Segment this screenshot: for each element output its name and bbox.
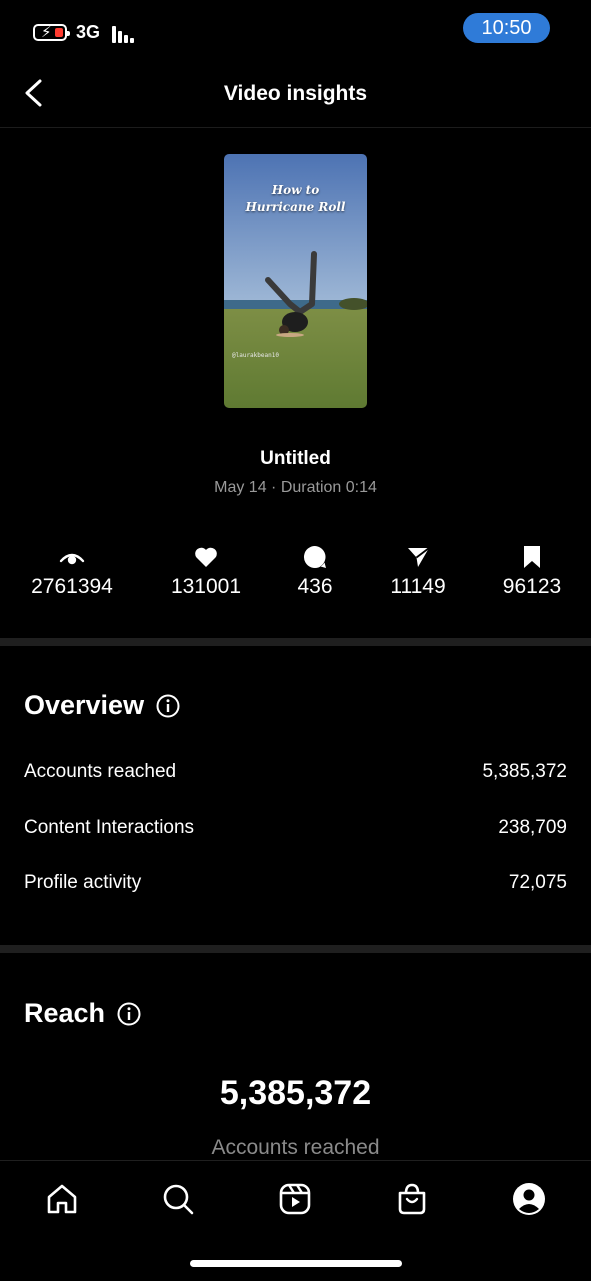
bookmark-icon bbox=[472, 543, 591, 571]
shop-icon bbox=[398, 1183, 426, 1215]
page-title: Video insights bbox=[223, 82, 368, 105]
search-icon bbox=[163, 1184, 194, 1215]
video-thumbnail[interactable]: How to Hurricane Roll @laurakbean10 bbox=[224, 154, 367, 408]
nav-shop[interactable] bbox=[392, 1179, 432, 1219]
home-icon bbox=[47, 1184, 77, 1214]
metric-saves: 96123 bbox=[472, 543, 591, 599]
header: Video insights bbox=[0, 60, 591, 128]
info-icon[interactable] bbox=[117, 1002, 141, 1026]
section-divider bbox=[0, 638, 591, 646]
reels-icon bbox=[279, 1183, 311, 1215]
share-icon bbox=[358, 543, 478, 571]
metric-shares: 11149 bbox=[358, 543, 478, 599]
eye-icon bbox=[12, 543, 132, 571]
metric-comments: 436 bbox=[255, 543, 375, 599]
metric-plays: 2761394 bbox=[12, 543, 132, 599]
nav-reels[interactable] bbox=[275, 1179, 315, 1219]
overview-row-content-interactions[interactable]: Content Interactions 238,709 bbox=[24, 817, 567, 839]
nav-home[interactable] bbox=[42, 1179, 82, 1219]
thumbnail-handle: @laurakbean10 bbox=[232, 352, 279, 359]
heart-icon bbox=[146, 543, 266, 571]
profile-icon bbox=[513, 1183, 545, 1215]
reach-label: Accounts reached bbox=[211, 1136, 380, 1159]
video-title: Untitled bbox=[260, 448, 331, 469]
signal-icon bbox=[112, 25, 138, 43]
overview-row-profile-activity[interactable]: Profile activity 72,075 bbox=[24, 872, 567, 894]
info-icon[interactable] bbox=[156, 694, 180, 718]
network-type: 3G bbox=[76, 22, 101, 42]
section-divider bbox=[0, 945, 591, 953]
home-indicator[interactable] bbox=[190, 1260, 402, 1267]
overview-title: Overview bbox=[24, 690, 180, 721]
video-meta: May 14 · Duration 0:14 bbox=[214, 479, 377, 496]
reach-title: Reach bbox=[24, 998, 141, 1029]
status-time: 10:50 bbox=[463, 13, 550, 43]
reach-value: 5,385,372 bbox=[219, 1074, 372, 1112]
battery-icon: ⚡ bbox=[33, 24, 70, 41]
nav-profile[interactable] bbox=[509, 1179, 549, 1219]
thumbnail-caption: How to Hurricane Roll bbox=[245, 183, 346, 214]
comment-icon bbox=[255, 543, 375, 571]
overview-row-accounts-reached[interactable]: Accounts reached 5,385,372 bbox=[24, 761, 567, 783]
nav-search[interactable] bbox=[158, 1179, 198, 1219]
status-bar: ⚡ 3G 10:50 bbox=[0, 0, 591, 60]
metric-likes: 131001 bbox=[146, 543, 266, 599]
